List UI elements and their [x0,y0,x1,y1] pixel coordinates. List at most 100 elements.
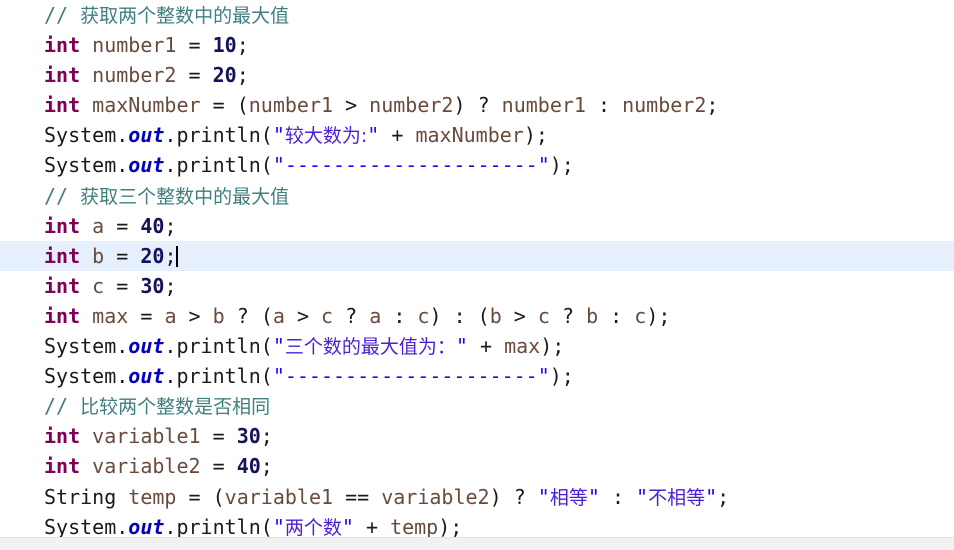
code-token-whitespace [598,304,610,328]
code-token-punctuation: ); [549,153,574,178]
code-token-whitespace [80,274,92,298]
code-token-whitespace [80,424,92,448]
code-token-string: " [636,484,649,509]
code-token-comment: // [44,394,81,419]
code-token-whitespace [357,304,369,328]
code-token-keyword: int [44,454,81,479]
code-line[interactable]: System.out.println("--------------------… [0,361,954,391]
code-token-punctuation: ); [438,514,463,537]
code-token-identifier: maxNumber [92,93,201,118]
code-token-whitespace [586,93,598,117]
code-line[interactable]: int variable2 = 40; [0,451,954,481]
code-token-identifier: c [537,303,550,328]
code-line[interactable]: System.out.println("两个数" + temp); [0,512,954,537]
code-token-number: 20 [212,63,237,88]
code-token-type: println [176,123,261,148]
code-line[interactable]: // 获取两个整数中的最大值 [0,0,954,30]
code-token-whitespace [492,334,504,358]
code-token-keyword: int [44,273,81,298]
code-token-punctuation: ( [260,153,273,178]
code-token-operator: = [140,303,153,328]
code-token-whitespace [333,93,345,117]
code-token-operator: : [393,303,406,328]
code-token-type: println [176,364,261,389]
code-token-whitespace [357,93,369,117]
code-token-whitespace [466,93,478,117]
code-token-number: 30 [140,273,165,298]
code-token-whitespace [80,214,92,238]
code-token-whitespace [80,93,92,117]
code-line-current[interactable]: int b = 20; [0,240,954,271]
code-token-operator: = [116,273,129,298]
code-line[interactable]: int variable1 = 30; [0,421,954,451]
code-token-string: 三个数的最大值为： [284,336,456,359]
code-token-number: 40 [236,454,261,479]
code-token-type: System [44,123,117,148]
code-token-whitespace [369,485,381,509]
code-token-identifier: variable2 [381,484,490,509]
code-token-punctuation: ) [453,93,466,118]
code-token-whitespace [442,304,454,328]
code-token-identifier: number1 [501,93,586,118]
code-token-type: System [44,334,117,359]
code-token-string: 相等 [549,486,588,509]
code-token-comment: 获取两个整数中的最大值 [80,5,290,27]
code-token-punctuation: . [116,514,129,537]
code-token-operator: = [188,63,201,88]
code-token-operator: : [453,303,466,328]
code-line[interactable]: System.out.println("较大数为:" + maxNumber); [0,120,954,150]
code-line[interactable]: int max = a > b ? (a > c ? a : c) : (b >… [0,301,954,331]
code-token-identifier: max [92,303,129,328]
code-token-whitespace [80,63,92,87]
code-token-whitespace [381,304,393,328]
code-token-whitespace [176,304,188,328]
code-token-punctuation: ; [706,93,719,118]
code-token-operator: = [116,243,129,268]
code-token-whitespace [128,214,140,238]
code-token-whitespace [201,424,213,448]
code-token-static-field: out [128,153,165,178]
code-token-whitespace [403,123,415,147]
code-text-area[interactable]: // 获取两个整数中的最大值 int number1 = 10; int numbe… [0,0,954,537]
code-token-operator: > [188,303,201,328]
code-token-punctuation: ( [477,303,490,328]
code-line[interactable]: int c = 30; [0,271,954,301]
code-token-static-field: out [128,334,165,359]
code-token-string: " [455,334,468,359]
code-line[interactable]: System.out.println("三个数的最大值为：" + max); [0,331,954,361]
code-line[interactable]: int a = 40; [0,211,954,241]
code-token-whitespace [309,304,321,328]
code-token-whitespace [128,244,140,268]
code-line[interactable]: // 比较两个整数是否相同 [0,391,954,421]
code-token-whitespace [116,485,128,509]
code-token-keyword: int [44,303,81,328]
code-token-punctuation: . [116,364,129,389]
code-token-whitespace [128,274,140,298]
code-token-punctuation: . [116,153,129,178]
code-line[interactable]: int number2 = 20; [0,60,954,90]
code-token-whitespace [333,304,345,328]
code-token-punctuation: ; [164,213,177,238]
code-token-identifier: number2 [369,93,454,118]
code-line[interactable]: String temp = (variable1 == variable2) ?… [0,482,954,512]
code-token-punctuation: ) [429,303,442,328]
code-token-whitespace [600,485,612,509]
code-token-whitespace [624,485,636,509]
code-token-punctuation: ); [523,123,548,148]
code-token-whitespace [80,454,92,478]
code-token-punctuation: . [164,514,177,537]
code-token-string: " [587,484,600,509]
code-token-whitespace [249,304,261,328]
code-line[interactable]: // 获取三个整数中的最大值 [0,181,954,211]
code-line[interactable]: int maxNumber = (number1 > number2) ? nu… [0,90,954,120]
code-token-whitespace [502,485,514,509]
code-line[interactable]: int number1 = 10; [0,30,954,60]
code-token-whitespace [201,304,213,328]
code-token-string: "---------------------" [272,153,550,178]
code-editor[interactable]: // 获取两个整数中的最大值 int number1 = 10; int numbe… [0,0,954,550]
code-token-identifier: number1 [248,93,334,118]
code-line[interactable]: System.out.println("--------------------… [0,150,954,180]
code-token-identifier: temp [128,484,177,509]
code-token-comment: // [44,183,81,208]
code-token-static-field: out [128,514,165,537]
